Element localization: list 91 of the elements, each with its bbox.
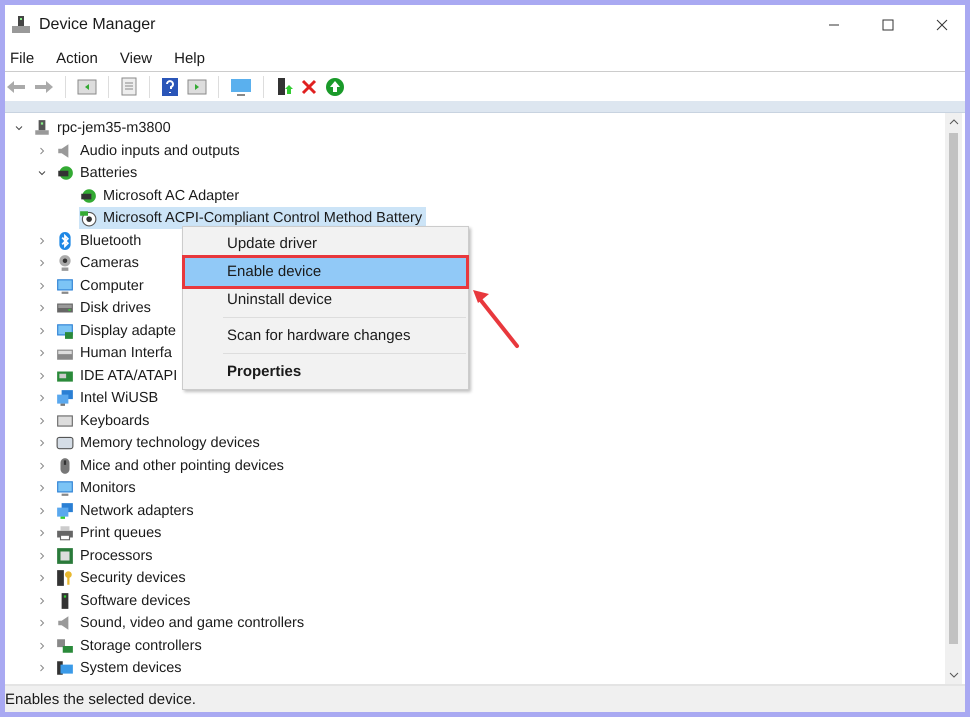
maximize-icon[interactable] bbox=[882, 19, 894, 31]
tree-item[interactable]: Audio inputs and outputs bbox=[56, 140, 244, 162]
tree-item[interactable]: Disk drives bbox=[56, 297, 155, 320]
tree-item[interactable]: System devices bbox=[56, 657, 186, 680]
tree-item[interactable]: Network adapters bbox=[56, 500, 198, 522]
chevron-down-icon[interactable] bbox=[38, 169, 46, 178]
display-adapter-icon bbox=[56, 322, 74, 340]
monitor-icon bbox=[56, 479, 74, 498]
chevron-right-icon[interactable] bbox=[38, 326, 46, 335]
tree-item[interactable]: Computer bbox=[56, 274, 148, 297]
tree-item[interactable]: Human Interfa bbox=[56, 342, 176, 364]
tree-item[interactable]: Storage controllers bbox=[56, 634, 206, 657]
monitor-icon bbox=[56, 276, 74, 295]
tree-item[interactable]: Print queues bbox=[56, 522, 166, 544]
tree-item[interactable]: Display adapte bbox=[56, 320, 180, 342]
battery-icon bbox=[79, 186, 97, 205]
tree-item[interactable]: Sound, video and game controllers bbox=[56, 612, 308, 634]
printer-icon bbox=[56, 524, 74, 542]
chevron-right-icon[interactable] bbox=[38, 349, 46, 358]
scroll-down-icon[interactable] bbox=[948, 672, 958, 678]
chevron-right-icon[interactable] bbox=[38, 304, 46, 312]
arrow-left-icon[interactable] bbox=[6, 78, 26, 94]
menu-item[interactable]: Properties bbox=[185, 358, 466, 386]
chevron-right-icon[interactable] bbox=[38, 596, 46, 605]
window-title: Device Manager bbox=[39, 16, 156, 34]
menu-item[interactable]: Enable device bbox=[185, 258, 466, 286]
app-icon bbox=[11, 15, 31, 35]
tree-item[interactable]: IDE ATA/ATAPI bbox=[56, 364, 182, 387]
monitors-icon bbox=[56, 389, 74, 408]
chevron-right-icon[interactable] bbox=[38, 574, 46, 582]
tree-item[interactable]: Keyboards bbox=[56, 410, 154, 432]
network-icon bbox=[56, 502, 74, 520]
folder-icon bbox=[56, 659, 74, 678]
scroll-thumb[interactable] bbox=[949, 133, 958, 644]
tree-item[interactable]: Mice and other pointing devices bbox=[56, 454, 288, 477]
menu-item[interactable]: View bbox=[120, 50, 152, 66]
chevron-right-icon[interactable] bbox=[38, 439, 46, 448]
computer-icon[interactable] bbox=[275, 76, 293, 96]
window-icon[interactable] bbox=[187, 78, 207, 96]
monitor-icon[interactable] bbox=[230, 76, 252, 96]
chevron-right-icon[interactable] bbox=[38, 619, 46, 628]
tree-item[interactable]: Bluetooth bbox=[56, 230, 146, 252]
menu-item[interactable]: Update driver bbox=[185, 230, 466, 258]
chevron-right-icon[interactable] bbox=[38, 462, 46, 470]
arrow-up-icon[interactable] bbox=[325, 76, 345, 96]
battery-icon bbox=[79, 209, 97, 228]
processor-icon bbox=[56, 546, 74, 565]
menu-item[interactable]: Help bbox=[174, 50, 205, 66]
x-icon[interactable] bbox=[301, 78, 317, 94]
battery-icon bbox=[56, 164, 74, 182]
key-icon bbox=[56, 569, 74, 588]
scroll-up-icon[interactable] bbox=[948, 119, 958, 125]
tree-item[interactable]: Software devices bbox=[56, 590, 194, 612]
status-text: Enables the selected device. bbox=[5, 690, 196, 708]
menu-item[interactable]: Action bbox=[56, 50, 98, 66]
chevron-right-icon[interactable] bbox=[38, 484, 46, 492]
tree-item[interactable]: Microsoft AC Adapter bbox=[79, 184, 244, 207]
chevron-down-icon[interactable] bbox=[15, 124, 23, 132]
tree-item[interactable]: rpc-jem35-m3800 bbox=[33, 117, 175, 140]
tree-item[interactable]: Batteries bbox=[56, 162, 142, 184]
chevron-right-icon[interactable] bbox=[38, 664, 46, 672]
menu-item[interactable]: Scan for hardware changes bbox=[185, 322, 466, 350]
tree-item[interactable]: Security devices bbox=[56, 567, 190, 590]
annotation-arrow bbox=[471, 288, 521, 350]
chevron-right-icon[interactable] bbox=[38, 146, 46, 155]
storage-icon bbox=[56, 636, 74, 655]
computer-icon bbox=[33, 119, 51, 138]
close-icon[interactable] bbox=[936, 19, 948, 31]
chevron-right-icon[interactable] bbox=[38, 236, 46, 245]
menu-item[interactable]: File bbox=[10, 50, 34, 66]
chevron-right-icon[interactable] bbox=[38, 282, 46, 290]
chevron-right-icon[interactable] bbox=[38, 552, 46, 560]
tree-item[interactable]: Cameras bbox=[56, 252, 143, 274]
tree-item[interactable]: Intel WiUSB bbox=[56, 387, 162, 410]
chevron-right-icon[interactable] bbox=[38, 259, 46, 268]
help-icon[interactable] bbox=[161, 76, 179, 96]
menu-item[interactable]: Uninstall device bbox=[185, 286, 466, 314]
window-icon[interactable] bbox=[77, 78, 97, 96]
document-icon[interactable] bbox=[120, 76, 138, 96]
arrow-right-icon[interactable] bbox=[34, 78, 54, 94]
tree-item[interactable]: Microsoft ACPI-Compliant Control Method Battery bbox=[79, 207, 426, 230]
tree-item[interactable]: Monitors bbox=[56, 477, 140, 500]
chevron-right-icon[interactable] bbox=[38, 394, 46, 402]
scrollbar[interactable] bbox=[945, 113, 962, 684]
chevron-right-icon[interactable] bbox=[38, 372, 46, 380]
chevron-right-icon[interactable] bbox=[38, 642, 46, 650]
chevron-right-icon[interactable] bbox=[38, 529, 46, 538]
chevron-right-icon[interactable] bbox=[38, 416, 46, 425]
tree-item[interactable]: Memory technology devices bbox=[56, 432, 264, 454]
chevron-right-icon[interactable] bbox=[38, 506, 46, 515]
tree-item[interactable]: Processors bbox=[56, 544, 157, 567]
